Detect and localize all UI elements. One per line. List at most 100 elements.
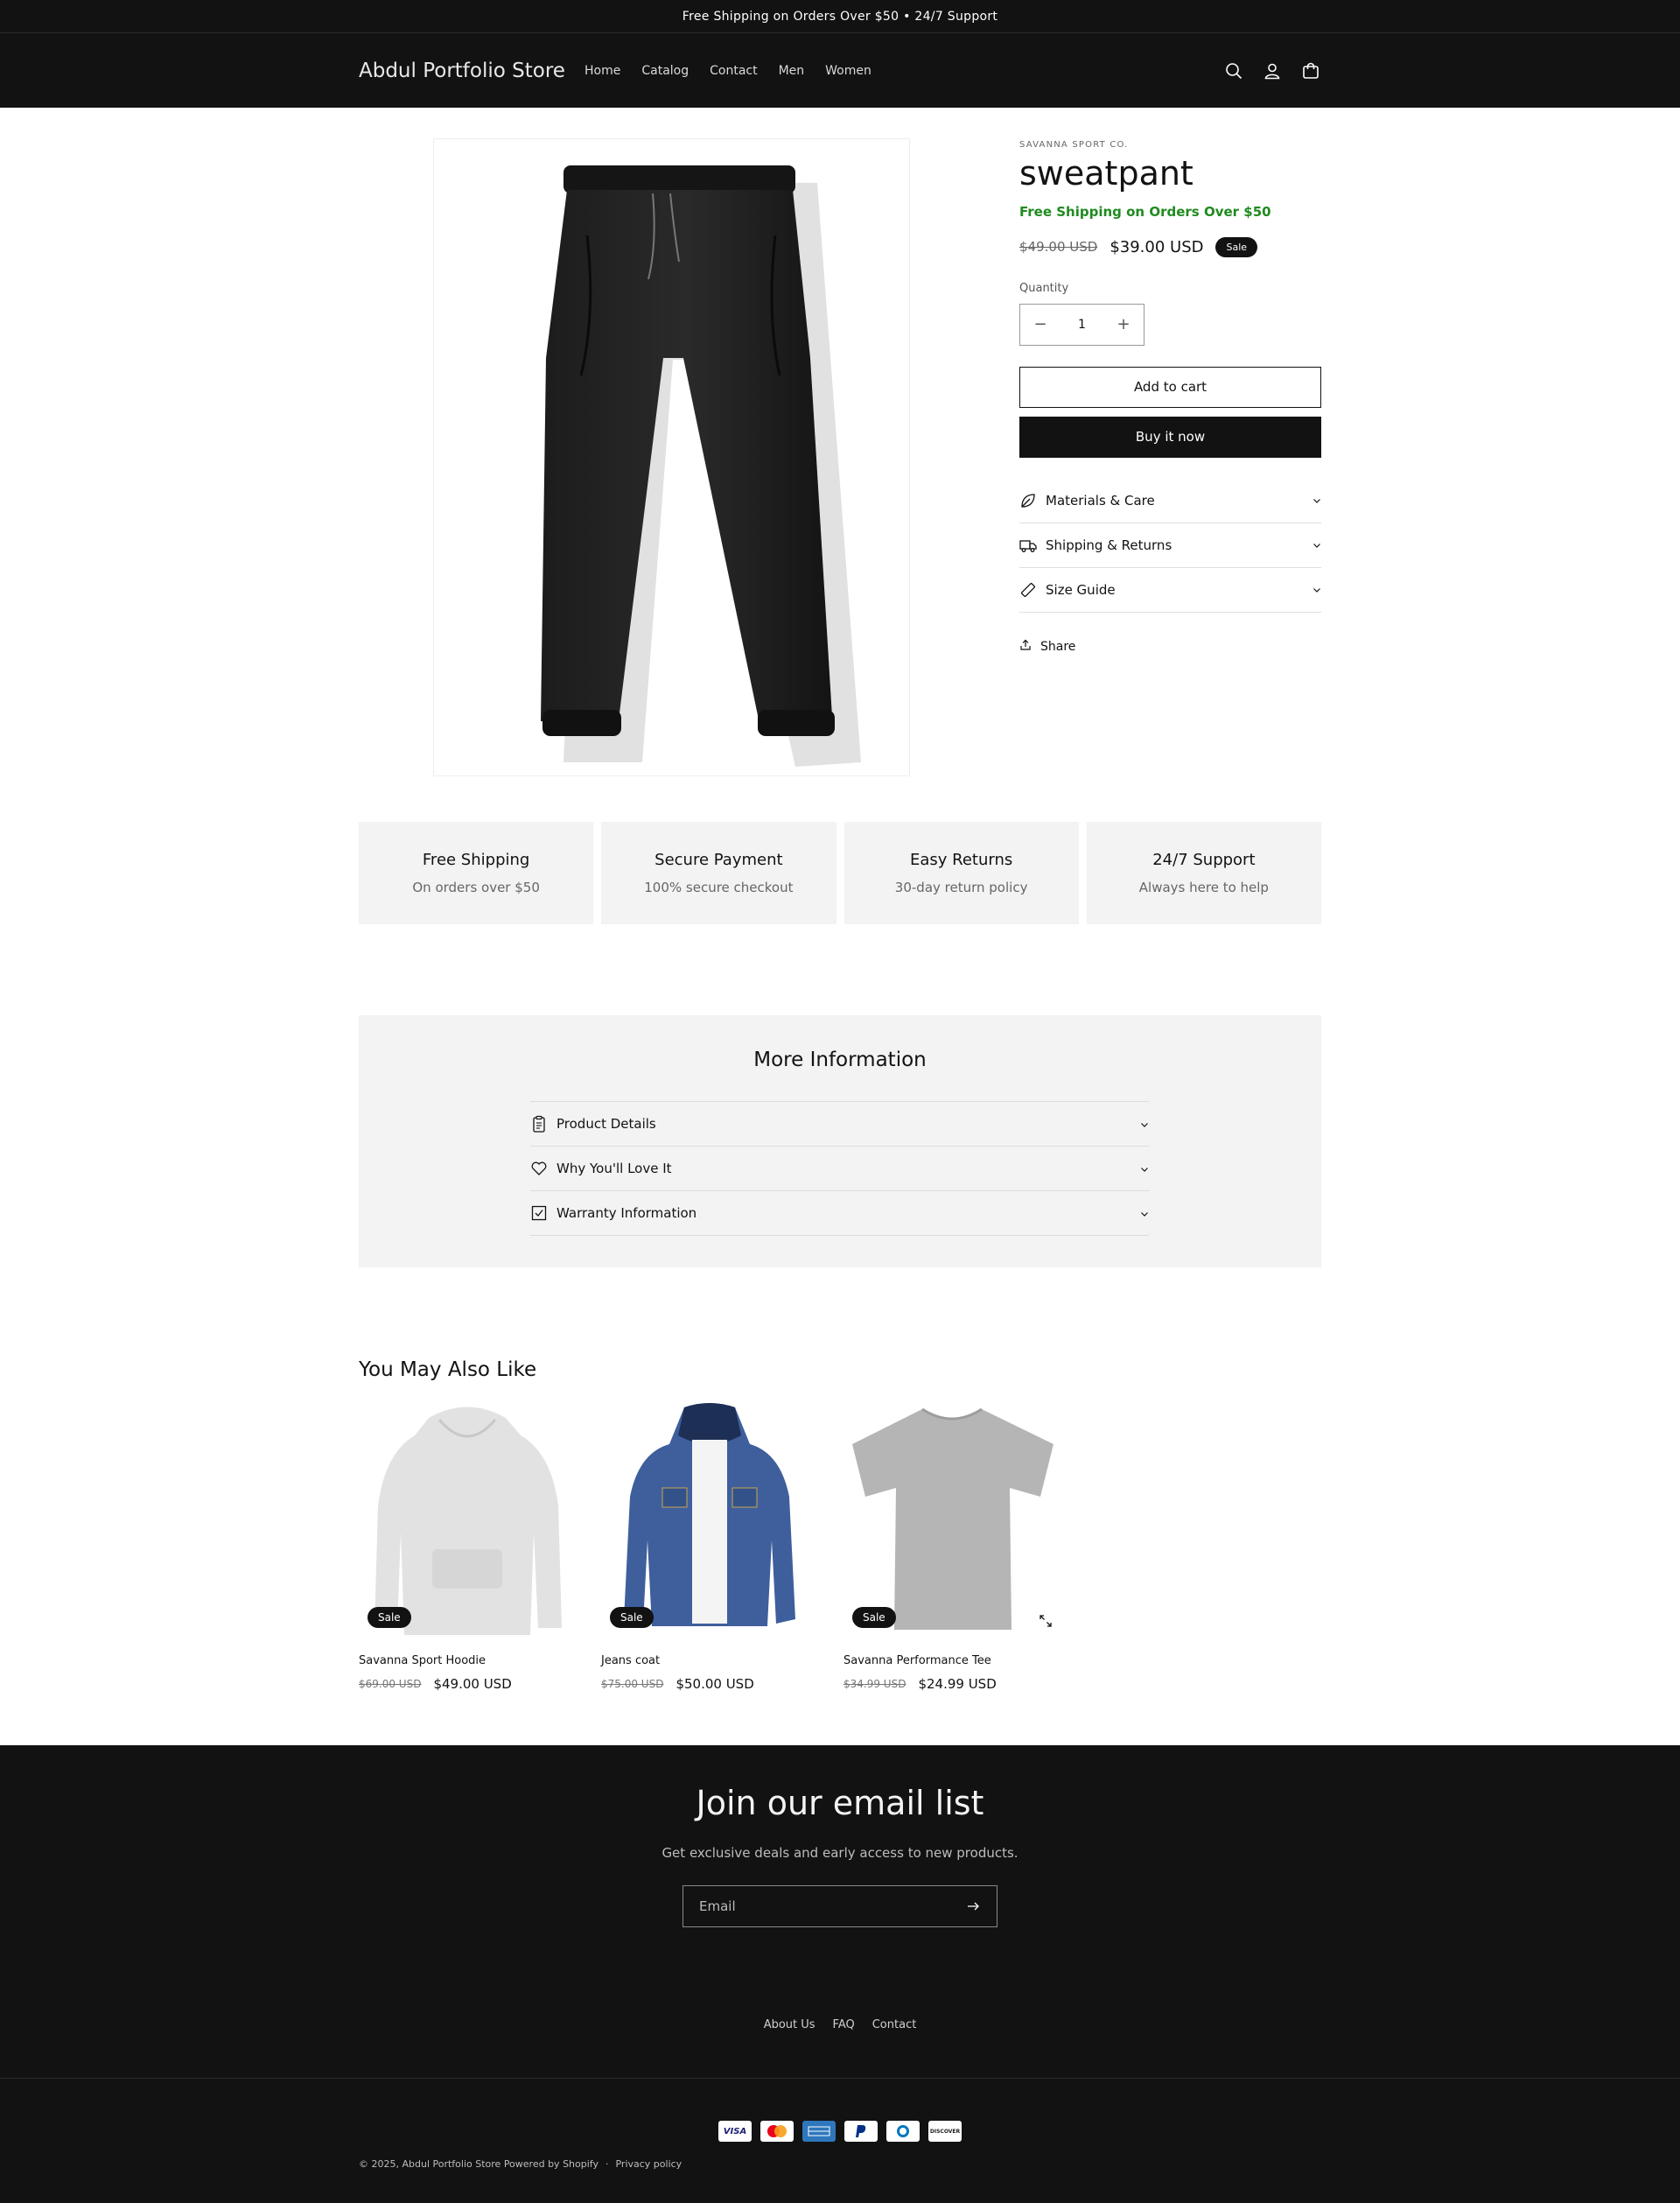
cart-icon[interactable] — [1300, 60, 1321, 81]
product-info: SAVANNA SPORT CO. sweatpant Free Shippin… — [1019, 138, 1321, 655]
quantity-label: Quantity — [1019, 281, 1069, 295]
paypal-icon — [844, 2121, 878, 2142]
payment-icons: VISA DISCOVER — [0, 2121, 1680, 2142]
product-card-title[interactable]: Savanna Sport Hoodie — [359, 1654, 577, 1667]
feature-subtitle: 30-day return policy — [894, 880, 1028, 895]
ruler-icon — [1019, 580, 1039, 600]
arrow-right-icon[interactable] — [965, 1898, 981, 1914]
expand-icon[interactable] — [1039, 1614, 1053, 1628]
sale-badge: Sale — [368, 1607, 411, 1628]
feature-title: 24/7 Support — [1152, 851, 1256, 869]
nav-contact[interactable]: Contact — [710, 64, 757, 78]
sale-badge: Sale — [1215, 236, 1258, 257]
feature-subtitle: 100% secure checkout — [644, 880, 794, 895]
product-card-image[interactable]: Sale — [844, 1400, 1061, 1637]
share-button[interactable]: Share — [1019, 639, 1321, 655]
copyright-text: © 2025, Abdul Portfolio Store Powered by… — [359, 2158, 598, 2170]
footer-link-faq[interactable]: FAQ — [833, 2018, 855, 2031]
copyright: © 2025, Abdul Portfolio Store Powered by… — [359, 2158, 682, 2170]
product-accordions: Materials & Care Shipping & Returns Size… — [1019, 479, 1321, 613]
account-icon[interactable] — [1262, 60, 1283, 81]
newsletter-title: Join our email list — [696, 1784, 984, 1822]
clipboard-icon — [530, 1114, 550, 1133]
leaf-icon — [1019, 491, 1039, 510]
diners-icon — [886, 2121, 920, 2142]
regular-price: $49.00 USD — [1019, 239, 1098, 256]
accordion-warranty[interactable]: Warranty Information — [530, 1191, 1149, 1236]
feature-title: Secure Payment — [654, 851, 783, 869]
footer-link-about[interactable]: About Us — [764, 2018, 816, 2031]
chevron-down-icon — [1140, 1205, 1149, 1222]
accordion-product-details[interactable]: Product Details — [530, 1102, 1149, 1147]
chevron-down-icon — [1312, 581, 1321, 598]
chevron-down-icon — [1140, 1161, 1149, 1177]
feature-free-shipping: Free Shipping On orders over $50 — [359, 822, 594, 924]
quantity-input[interactable]: 1 — [1078, 318, 1086, 332]
store-logo[interactable]: Abdul Portfolio Store — [359, 33, 565, 108]
product-card-image[interactable]: Sale — [601, 1400, 819, 1637]
search-icon[interactable] — [1223, 60, 1244, 81]
heart-icon — [530, 1159, 550, 1178]
share-label: Share — [1040, 639, 1076, 654]
related-products: You May Also Like Sale Savanna Sport Hoo… — [359, 1358, 1321, 1692]
accordion-label: Size Guide — [1046, 581, 1116, 598]
feature-secure-payment: Secure Payment 100% secure checkout — [601, 822, 836, 924]
chevron-down-icon — [1312, 492, 1321, 509]
product-card-price: $34.99 USD $24.99 USD — [844, 1676, 1061, 1692]
product-card-title[interactable]: Jeans coat — [601, 1654, 819, 1667]
site-footer: Join our email list Get exclusive deals … — [0, 1745, 1680, 2203]
product-card-price: $69.00 USD $49.00 USD — [359, 1676, 577, 1692]
product-card-jeans-coat[interactable]: Sale Jeans coat $75.00 USD $50.00 USD — [601, 1400, 819, 1692]
product-card-price: $75.00 USD $50.00 USD — [601, 1676, 819, 1692]
product-card-performance-tee[interactable]: Sale Savanna Performance Tee $34.99 USD … — [844, 1400, 1061, 1692]
sale-badge: Sale — [852, 1607, 896, 1628]
feature-support: 24/7 Support Always here to help — [1086, 822, 1321, 924]
accordion-shipping-returns[interactable]: Shipping & Returns — [1019, 523, 1321, 568]
truck-icon — [1019, 536, 1039, 555]
product-title: sweatpant — [1019, 154, 1194, 193]
privacy-policy-link[interactable]: Privacy policy — [615, 2158, 682, 2170]
product-card-title[interactable]: Savanna Performance Tee — [844, 1654, 1061, 1667]
accordion-why-love-it[interactable]: Why You'll Love It — [530, 1147, 1149, 1191]
chevron-down-icon — [1140, 1116, 1149, 1133]
product-vendor: SAVANNA SPORT CO. — [1019, 140, 1129, 150]
sale-price: $24.99 USD — [918, 1676, 997, 1692]
footer-link-contact[interactable]: Contact — [872, 2018, 917, 2031]
feature-title: Easy Returns — [909, 851, 1013, 869]
header-icons — [1223, 33, 1321, 108]
shipping-note: Free Shipping on Orders Over $50 — [1019, 203, 1271, 220]
footer-divider — [0, 2078, 1680, 2079]
nav-home[interactable]: Home — [584, 64, 620, 78]
accordion-label: Shipping & Returns — [1046, 537, 1172, 553]
decrease-quantity-button[interactable]: − — [1027, 315, 1054, 333]
quantity-stepper: − 1 + — [1019, 303, 1144, 346]
mastercard-icon — [760, 2121, 794, 2142]
product-card-hoodie[interactable]: Sale Savanna Sport Hoodie $69.00 USD $49… — [359, 1400, 577, 1692]
announcement-bar: Free Shipping on Orders Over $50 • 24/7 … — [0, 0, 1680, 33]
product-image[interactable] — [433, 138, 910, 776]
amex-icon — [802, 2121, 836, 2142]
feature-easy-returns: Easy Returns 30-day return policy — [844, 822, 1079, 924]
buy-it-now-button[interactable]: Buy it now — [1019, 416, 1321, 458]
nav-catalog[interactable]: Catalog — [641, 64, 689, 78]
visa-icon: VISA — [718, 2121, 752, 2142]
email-field[interactable] — [699, 1898, 965, 1914]
product-card-image[interactable]: Sale — [359, 1400, 577, 1637]
nav-men[interactable]: Men — [779, 64, 805, 78]
site-header: Abdul Portfolio Store Home Catalog Conta… — [0, 33, 1680, 108]
more-information-accordions: Product Details Why You'll Love It Warra… — [530, 1101, 1149, 1236]
add-to-cart-button[interactable]: Add to cart — [1019, 366, 1321, 408]
share-icon — [1019, 639, 1032, 655]
separator: · — [605, 2158, 609, 2170]
accordion-materials-care[interactable]: Materials & Care — [1019, 479, 1321, 523]
feature-blocks: Free Shipping On orders over $50 Secure … — [359, 822, 1321, 924]
more-information-title: More Information — [753, 1049, 927, 1071]
accordion-label: Why You'll Love It — [556, 1161, 672, 1176]
sale-price: $39.00 USD — [1110, 237, 1204, 256]
product-grid: Sale Savanna Sport Hoodie $69.00 USD $49… — [359, 1400, 1321, 1692]
accordion-size-guide[interactable]: Size Guide — [1019, 568, 1321, 613]
footer-links: About Us FAQ Contact — [0, 2018, 1680, 2031]
nav-women[interactable]: Women — [825, 64, 872, 78]
increase-quantity-button[interactable]: + — [1110, 315, 1137, 333]
feature-title: Free Shipping — [422, 851, 530, 869]
